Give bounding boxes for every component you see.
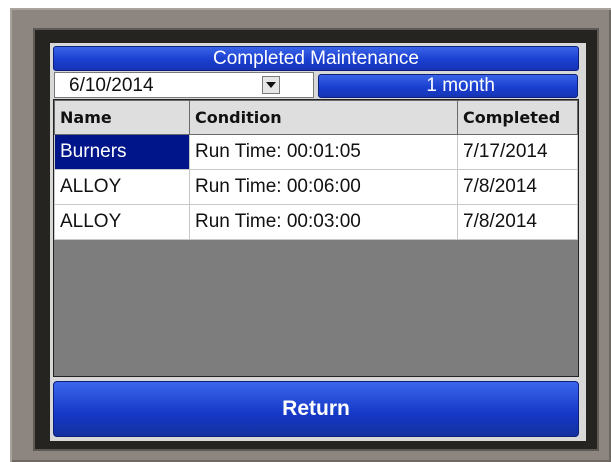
maintenance-table: Name Condition Completed Burners Run Tim… [54, 100, 578, 240]
table-header-row: Name Condition Completed [54, 100, 578, 135]
page-title: Completed Maintenance [53, 46, 579, 71]
cell-condition[interactable]: Run Time: 00:01:05 [189, 134, 458, 170]
maintenance-panel: Completed Maintenance 6/10/2014 1 month [50, 43, 586, 441]
cell-completed[interactable]: 7/8/2014 [457, 169, 578, 205]
cell-completed[interactable]: 7/8/2014 [457, 204, 578, 240]
device-bezel: Completed Maintenance 6/10/2014 1 month [10, 8, 611, 462]
cell-condition[interactable]: Run Time: 00:03:00 [189, 204, 458, 240]
maintenance-grid: Name Condition Completed Burners Run Tim… [53, 99, 579, 377]
cell-condition[interactable]: Run Time: 00:06:00 [189, 169, 458, 205]
column-header-condition[interactable]: Condition [189, 100, 458, 135]
column-header-completed[interactable]: Completed [457, 100, 578, 135]
screen: Completed Maintenance 6/10/2014 1 month [33, 28, 599, 451]
date-value: 6/10/2014 [69, 75, 154, 96]
return-button[interactable]: Return [53, 381, 579, 437]
date-select[interactable]: 6/10/2014 [54, 72, 314, 98]
dropdown-button[interactable] [262, 76, 280, 94]
cell-name[interactable]: Burners [54, 134, 190, 170]
table-row[interactable]: Burners Run Time: 00:01:05 7/17/2014 [54, 134, 578, 170]
chevron-down-icon [266, 82, 276, 88]
range-button[interactable]: 1 month [318, 74, 578, 98]
cell-completed[interactable]: 7/17/2014 [457, 134, 578, 170]
cell-name[interactable]: ALLOY [54, 169, 190, 205]
table-row[interactable]: ALLOY Run Time: 00:03:00 7/8/2014 [54, 204, 578, 240]
column-header-name[interactable]: Name [54, 100, 190, 135]
table-row[interactable]: ALLOY Run Time: 00:06:00 7/8/2014 [54, 169, 578, 205]
cell-name[interactable]: ALLOY [54, 204, 190, 240]
